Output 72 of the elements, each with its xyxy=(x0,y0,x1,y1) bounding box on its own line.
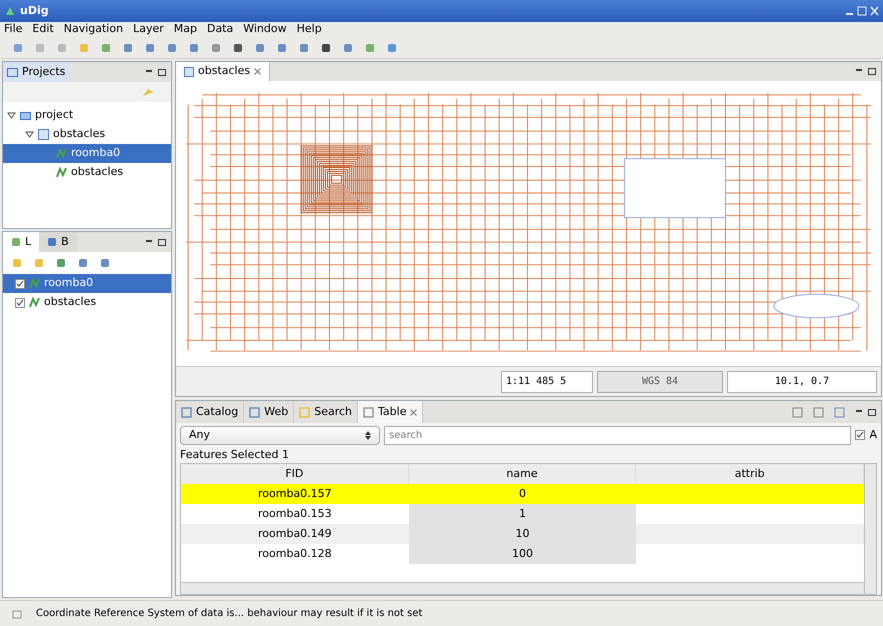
coordinates-field: 10.1, 0.7 xyxy=(727,370,877,392)
menu-item[interactable]: Edit xyxy=(32,21,54,38)
table-cell-text: roomba0.128 xyxy=(257,546,333,562)
table-cell-text: roomba0.153 xyxy=(257,506,333,522)
layer-icon xyxy=(29,297,40,308)
window-controls-icon[interactable] xyxy=(845,6,879,16)
view-icon xyxy=(11,237,21,247)
search-field[interactable]: search xyxy=(384,426,852,444)
map-icon xyxy=(38,129,49,140)
view-icon xyxy=(363,406,374,418)
selection-count: Features Selected 1 xyxy=(179,447,290,463)
tool-icon[interactable] xyxy=(232,42,244,54)
view-icon xyxy=(47,237,58,247)
map-icon xyxy=(184,66,194,76)
view-tab[interactable]: Catalog xyxy=(176,401,244,423)
tree-item[interactable]: roomba0 xyxy=(3,144,171,163)
table-cell: 1 xyxy=(408,504,636,524)
checkbox-icon[interactable] xyxy=(15,278,25,288)
tool-icon[interactable] xyxy=(320,42,332,54)
layer-icon xyxy=(56,148,67,159)
menu-item[interactable]: Help xyxy=(296,21,322,38)
checkbox-icon[interactable] xyxy=(15,298,25,308)
tree-item[interactable]: project xyxy=(3,106,171,125)
checkbox-label: A xyxy=(869,426,877,443)
table-cell-text: roomba0.157 xyxy=(257,486,333,502)
minimize-maximize-icon[interactable] xyxy=(145,68,167,76)
view-tab[interactable]: B xyxy=(39,232,77,252)
editor-tab[interactable]: obstacles xyxy=(176,62,270,81)
window-title: uDig xyxy=(20,2,49,19)
expander-icon[interactable] xyxy=(25,130,34,139)
view-icon xyxy=(249,406,260,418)
expander-icon[interactable] xyxy=(7,111,16,120)
vertical-scrollbar[interactable] xyxy=(864,464,876,594)
view-icon xyxy=(299,406,310,418)
scale-field[interactable]: 1:11 485 5 xyxy=(501,370,593,392)
menu-item[interactable]: Window xyxy=(243,21,287,38)
close-icon[interactable] xyxy=(254,68,262,75)
menu-item[interactable]: Map xyxy=(174,21,197,38)
legend-entry[interactable]: obstacles xyxy=(3,293,171,312)
minimize-maximize-icon[interactable] xyxy=(855,408,877,416)
minimize-maximize-icon[interactable] xyxy=(855,67,877,76)
horizontal-scrollbar[interactable] xyxy=(181,582,864,594)
table-row[interactable]: roomba0.149 10 xyxy=(181,524,864,544)
minimize-maximize-icon[interactable] xyxy=(145,238,167,246)
menu-item[interactable]: Data xyxy=(206,21,234,38)
view-tab[interactable]: Projects xyxy=(3,62,70,82)
app-icon xyxy=(4,5,16,17)
tree-item[interactable]: obstacles xyxy=(3,125,171,144)
spinner-icon xyxy=(365,430,371,440)
status-icon xyxy=(12,608,24,620)
menu-item[interactable]: Layer xyxy=(133,21,164,38)
table-cell: 10 xyxy=(408,524,636,544)
attribute-dropdown[interactable]: Any xyxy=(180,426,380,444)
table-cell: 100 xyxy=(408,544,636,564)
crs-button[interactable]: WGS 84 xyxy=(597,370,723,392)
view-tab[interactable]: Table xyxy=(358,401,424,423)
table-row[interactable]: roomba0.157 0 xyxy=(181,484,864,504)
menu-item[interactable]: File xyxy=(4,21,22,38)
view-tab[interactable]: Web xyxy=(244,401,294,423)
close-icon[interactable] xyxy=(410,408,418,416)
table-cell-text: roomba0.149 xyxy=(257,526,333,542)
view-icon xyxy=(181,406,192,418)
legend-entry[interactable]: roomba0 xyxy=(3,274,171,293)
table-cell-text: 0 xyxy=(518,486,527,502)
checkbox-icon[interactable] xyxy=(855,430,866,440)
tree-item[interactable]: obstacles xyxy=(3,163,171,182)
menu-item[interactable]: Navigation xyxy=(64,21,124,38)
project-icon xyxy=(20,110,31,121)
layer-icon xyxy=(29,278,40,289)
status-message: Coordinate Reference System of data is... behaviour may result if it is not set xyxy=(36,607,422,621)
view-tab[interactable]: L xyxy=(3,232,40,252)
layer-icon xyxy=(56,167,67,178)
